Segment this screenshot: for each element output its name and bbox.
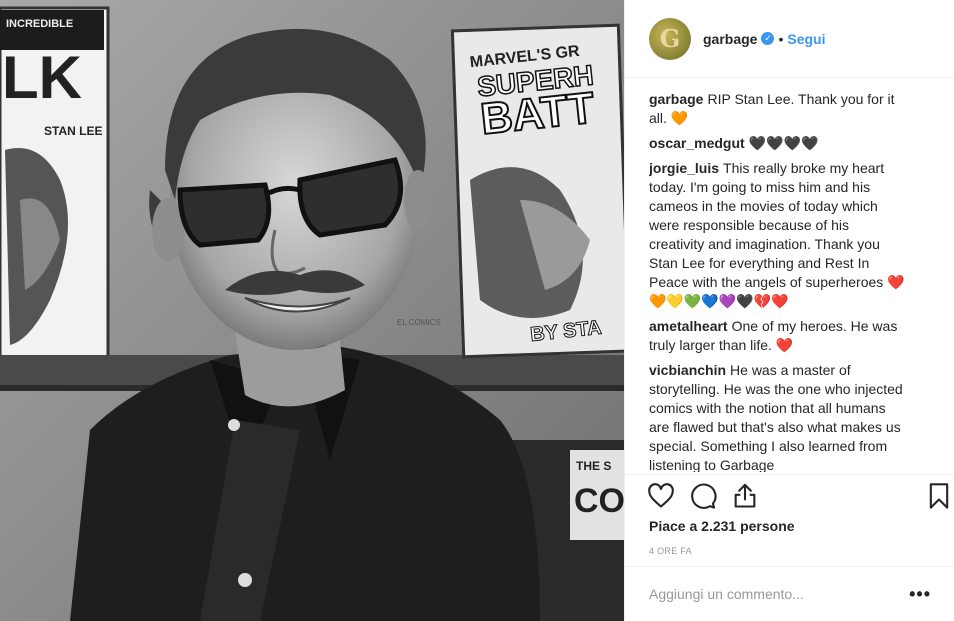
post-panel: G garbage ✓ • Segui garbage RIP Stan Lee.…: [624, 0, 954, 621]
left-cover-big: LK: [2, 44, 82, 111]
comment-author[interactable]: oscar_medgut: [649, 135, 745, 151]
left-cover-credit: STAN LEE: [44, 124, 102, 138]
comment-text: This really broke my heart today. I'm go…: [649, 160, 905, 309]
bookmark-icon[interactable]: [925, 482, 953, 510]
verified-badge-icon: ✓: [761, 32, 775, 45]
comment-author[interactable]: jorgie_luis: [649, 160, 719, 176]
left-comic-cover: INCREDIBLE LK STAN LEE: [0, 6, 110, 360]
comment-item: garbage RIP Stan Lee. Thank you for it al…: [649, 90, 931, 128]
comment-author[interactable]: garbage: [649, 91, 703, 107]
shelf-small-label: THE S: [576, 459, 611, 473]
right-comic-cover: MARVEL'S GR SUPERH BATT BY STA: [450, 23, 624, 359]
add-comment-input[interactable]: [649, 586, 910, 602]
comment-bubble-icon[interactable]: [689, 482, 717, 510]
comment-author[interactable]: vicbianchin: [649, 362, 726, 378]
comment-text: He was a master of storytelling. He was …: [649, 362, 903, 472]
header-separator: •: [778, 30, 784, 47]
comment-item: oscar_medgut 🖤🖤🖤🖤: [649, 134, 931, 153]
comment-item: jorgie_luis This really broke my heart to…: [649, 159, 931, 311]
post-timestamp: 4 ORE FA: [649, 546, 692, 556]
comment-text: 🖤🖤🖤🖤: [748, 135, 819, 151]
header-username[interactable]: garbage: [703, 31, 757, 47]
left-cover-title: INCREDIBLE: [6, 18, 73, 30]
divider: [625, 566, 954, 567]
shelf-small-big: CO: [574, 482, 624, 520]
avatar-letter: G: [659, 24, 681, 53]
divider: [625, 474, 954, 475]
photo-illustration: INCREDIBLE LK STAN LEE MARVEL'S GR SUPER…: [0, 0, 624, 621]
more-options-icon[interactable]: •••: [909, 584, 931, 605]
add-comment-box: •••: [649, 583, 931, 605]
share-icon[interactable]: [731, 482, 759, 510]
likes-count[interactable]: Piace a 2.231 persone: [649, 518, 795, 534]
post-header: G garbage ✓ • Segui: [625, 0, 954, 78]
lower-note: EL COMICS: [397, 318, 441, 327]
comments-list[interactable]: garbage RIP Stan Lee. Thank you for it al…: [649, 90, 931, 472]
post-actions: [647, 482, 949, 512]
comment-item: ametalheart One of my heroes. He was trul…: [649, 317, 931, 355]
avatar[interactable]: G: [649, 17, 691, 60]
comment-item: vicbianchin He was a master of storytelli…: [649, 361, 931, 472]
comment-author[interactable]: ametalheart: [649, 318, 728, 334]
post-photo[interactable]: INCREDIBLE LK STAN LEE MARVEL'S GR SUPER…: [0, 0, 624, 621]
follow-button[interactable]: Segui: [787, 31, 825, 47]
heart-icon[interactable]: [647, 482, 675, 510]
